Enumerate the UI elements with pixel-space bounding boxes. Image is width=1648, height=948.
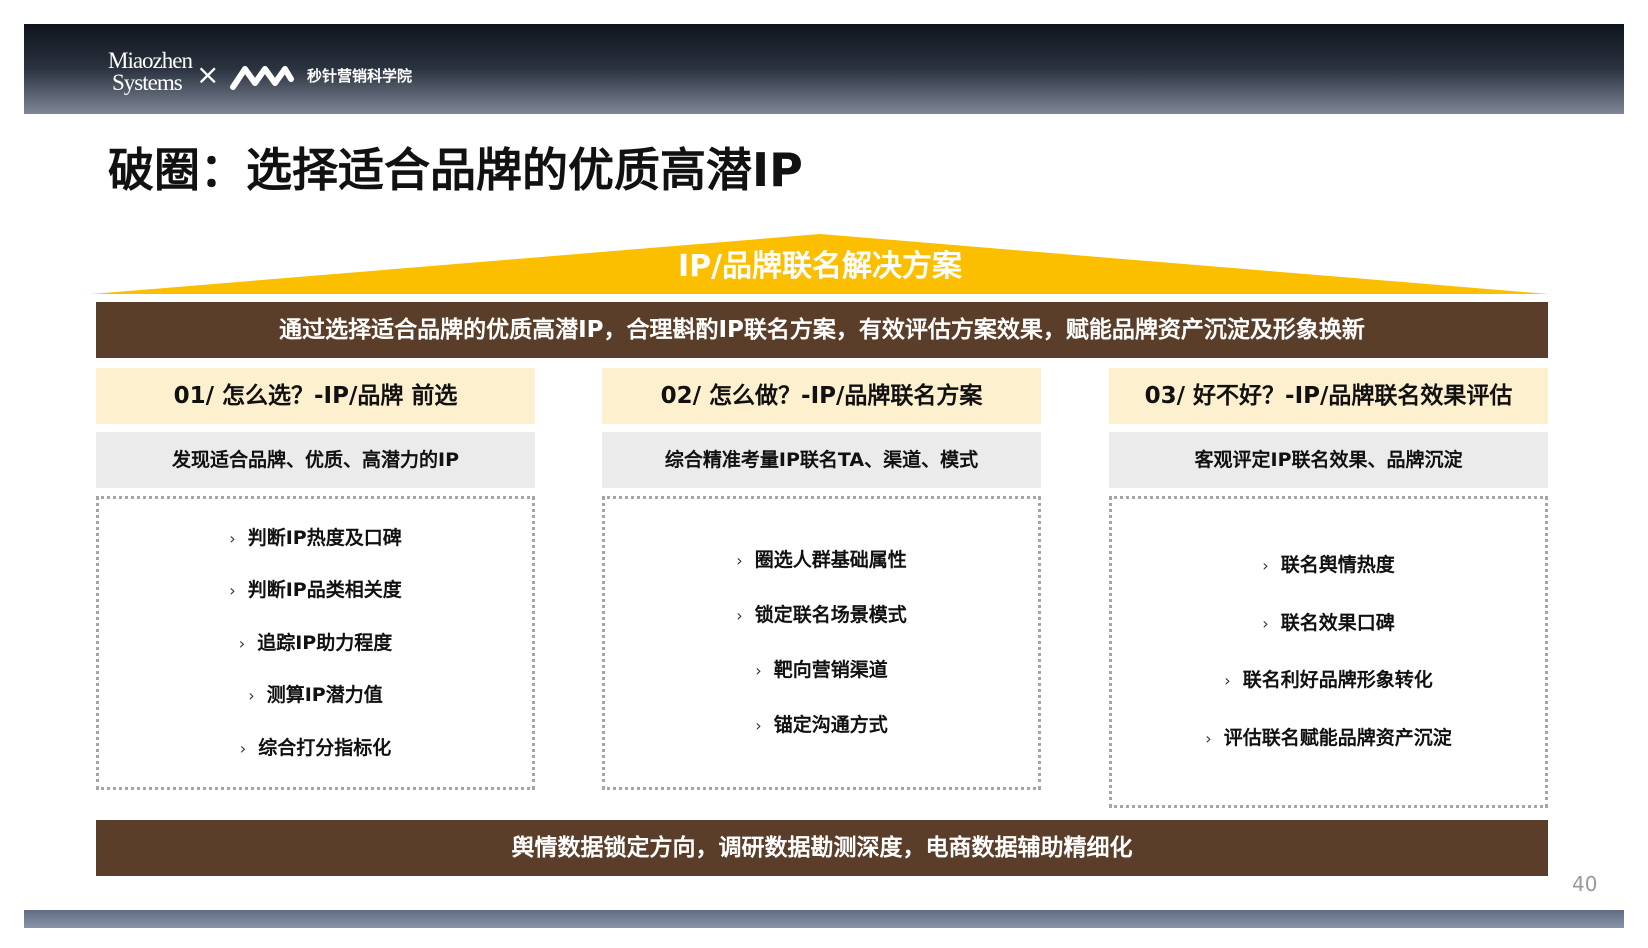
list-item: › 锁定联名场景模式 [736, 602, 906, 629]
list-item: › 圈选人群基础属性 [736, 547, 906, 574]
list-item: › 联名效果口碑 [1262, 610, 1394, 637]
institute-name: 秒针营销科学院 [307, 67, 413, 85]
column-1-subheading: 发现适合品牌、优质、高潜力的IP [96, 432, 535, 488]
logo-line-2: Systems [112, 70, 183, 95]
list-item: › 判断IP热度及口碑 [229, 525, 401, 552]
list-item-label: 评估联名赋能品牌资产沉淀 [1223, 727, 1452, 750]
list-item-label: 判断IP热度及口碑 [247, 526, 402, 549]
miaozhen-wave-logo-icon [230, 66, 294, 90]
logo-separator: × [196, 58, 220, 91]
chevron-right-icon: › [229, 581, 236, 600]
column-1-list: › 判断IP热度及口碑 › 判断IP品类相关度 › 追踪IP助力程度 › 测算IP潜力值… [96, 496, 535, 790]
list-item-label: 测算IP潜力值 [266, 684, 383, 706]
top-banner: 通过选择适合品牌的优质高潜IP，合理斟酌IP联名方案，有效评估方案效果，赋能品牌… [96, 302, 1548, 358]
bottom-banner: 舆情数据锁定方向，调研数据勘测深度，电商数据辅助精细化 [96, 820, 1548, 876]
column-2-subheading: 综合精准考量IP联名TA、渠道、模式 [602, 432, 1041, 488]
list-item: › 锚定沟通方式 [755, 712, 887, 739]
list-item-label: 锁定联名场景模式 [754, 604, 907, 626]
list-item: › 判断IP品类相关度 [229, 577, 401, 604]
chevron-right-icon: › [248, 686, 255, 705]
chevron-right-icon: › [1262, 613, 1269, 633]
column-3-subheading: 客观评定IP联名效果、品牌沉淀 [1109, 432, 1548, 488]
list-item-label: 联名舆情热度 [1280, 553, 1395, 576]
chevron-right-icon: › [229, 528, 236, 548]
list-item-label: 联名利好品牌形象转化 [1242, 669, 1433, 692]
page-number: 40 [1572, 872, 1598, 896]
list-item-label: 综合打分指标化 [258, 736, 392, 759]
chevron-right-icon: › [238, 633, 246, 653]
list-item-label: 圈选人群基础属性 [754, 549, 907, 571]
chevron-right-icon: › [1205, 729, 1212, 749]
column-2-list: › 圈选人群基础属性 › 锁定联名场景模式 › 靶向营销渠道 › 锚定沟通方式 [602, 496, 1041, 790]
chevron-right-icon: › [755, 716, 762, 735]
column-3-list: › 联名舆情热度 › 联名效果口碑 › 联名利好品牌形象转化 › 评估联名赋能品牌资产沉… [1109, 496, 1548, 808]
chevron-right-icon: › [1262, 555, 1269, 575]
column-3-heading: 03/ 好不好？-IP/品牌联名效果评估 [1109, 368, 1548, 424]
chevron-right-icon: › [736, 551, 743, 570]
logo-line-1: Miaozhen [108, 48, 193, 73]
list-item: › 追踪IP助力程度 [239, 630, 392, 657]
list-item-label: 追踪IP助力程度 [257, 631, 393, 654]
list-item: › 综合打分指标化 [240, 735, 391, 762]
list-item-label: 靶向营销渠道 [773, 659, 888, 681]
chevron-right-icon: › [239, 738, 247, 758]
footer-bar [24, 910, 1624, 928]
column-1-heading: 01/ 怎么选？-IP/品牌 前选 [96, 368, 535, 424]
list-item-label: 锚定沟通方式 [773, 714, 888, 736]
list-item-label: 判断IP品类相关度 [247, 579, 402, 601]
column-2-heading: 02/ 怎么做？-IP/品牌联名方案 [602, 368, 1041, 424]
list-item: › 联名舆情热度 [1262, 552, 1394, 579]
chevron-right-icon: › [1224, 671, 1231, 691]
miaozhen-logo: Miaozhen Systems [108, 48, 193, 95]
list-item: › 靶向营销渠道 [755, 657, 887, 684]
roof-label: IP/品牌联名解决方案 [677, 249, 963, 284]
chevron-right-icon: › [736, 606, 743, 625]
slide: Miaozhen Systems × 秒针营销科学院 破圈：选择适合品牌的优质高… [0, 0, 1648, 948]
list-item: › 测算IP潜力值 [248, 682, 382, 709]
page-title: 破圈：选择适合品牌的优质高潜IP [108, 143, 803, 197]
list-item: › 评估联名赋能品牌资产沉淀 [1205, 725, 1451, 752]
chevron-right-icon: › [755, 661, 762, 680]
list-item: › 联名利好品牌形象转化 [1224, 667, 1432, 694]
list-item-label: 联名效果口碑 [1280, 611, 1395, 634]
